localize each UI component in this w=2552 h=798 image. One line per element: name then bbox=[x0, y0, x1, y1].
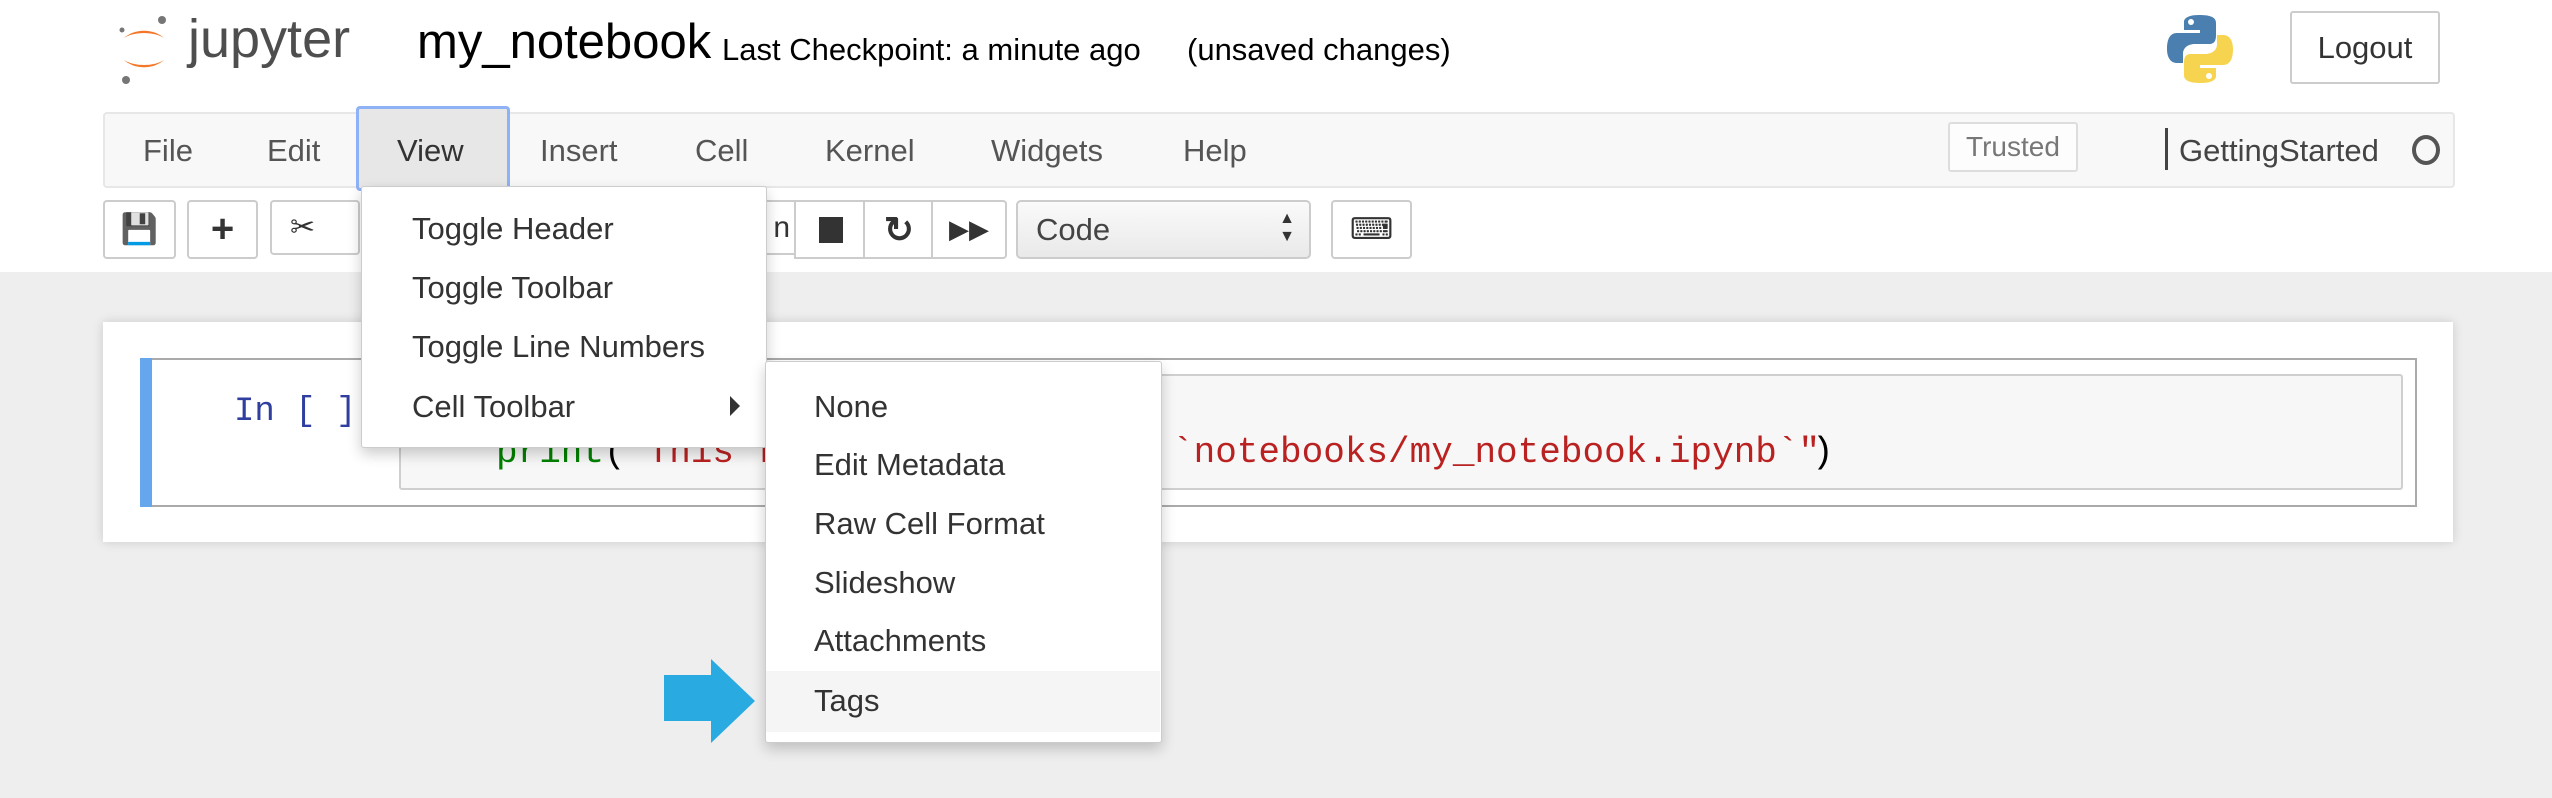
submenu-item-raw-cell-format[interactable]: Raw Cell Format bbox=[814, 506, 1045, 542]
menu-help[interactable]: Help bbox=[1183, 133, 1247, 169]
cell-prompt: In [ ]: bbox=[234, 393, 377, 431]
submenu-item-edit-metadata[interactable]: Edit Metadata bbox=[814, 447, 1005, 483]
select-arrows-icon: ▲ ▼ bbox=[1279, 210, 1295, 245]
code-paren-close: ) bbox=[1812, 432, 1834, 473]
cell-selected-bar bbox=[140, 358, 152, 507]
submenu-caret-icon bbox=[730, 396, 740, 416]
command-palette-button[interactable]: ⌨ bbox=[1331, 200, 1412, 259]
cut-button[interactable]: ✂ bbox=[270, 200, 360, 255]
menu-insert[interactable]: Insert bbox=[540, 133, 618, 169]
scissors-icon: ✂ bbox=[290, 211, 316, 244]
submenu-item-attachments[interactable]: Attachments bbox=[814, 623, 986, 659]
submenu-item-tags[interactable]: Tags bbox=[814, 683, 879, 719]
save-button[interactable]: 💾 bbox=[103, 200, 176, 259]
restart-run-all-button[interactable]: ▶▶ bbox=[931, 200, 1007, 259]
restart-button[interactable]: ↻ bbox=[863, 200, 935, 259]
jupyter-logo-icon[interactable] bbox=[112, 12, 192, 86]
checkpoint-status: Last Checkpoint: a minute ago bbox=[722, 32, 1141, 67]
menu-item-toggle-header[interactable]: Toggle Header bbox=[412, 211, 614, 247]
plus-icon: + bbox=[210, 207, 235, 251]
pointer-arrow-icon bbox=[664, 659, 755, 743]
menu-widgets[interactable]: Widgets bbox=[991, 133, 1103, 169]
menu-view[interactable]: View bbox=[397, 133, 464, 169]
kernel-name[interactable]: GettingStarted bbox=[2179, 133, 2379, 169]
unsaved-status: (unsaved changes) bbox=[1187, 32, 1451, 67]
menu-edit[interactable]: Edit bbox=[267, 133, 320, 169]
menu-file[interactable]: File bbox=[143, 133, 193, 169]
python-logo-icon bbox=[2167, 15, 2233, 83]
submenu-item-slideshow[interactable]: Slideshow bbox=[814, 565, 955, 601]
code-string-end: `notebooks/my_notebook.ipynb`" bbox=[1172, 432, 1821, 473]
run-label: n bbox=[773, 210, 790, 244]
fast-forward-icon: ▶▶ bbox=[949, 214, 989, 244]
menu-item-toggle-toolbar[interactable]: Toggle Toolbar bbox=[412, 270, 613, 306]
restart-icon: ↻ bbox=[883, 208, 915, 250]
keyboard-icon: ⌨ bbox=[1349, 213, 1394, 246]
menu-cell[interactable]: Cell bbox=[695, 133, 748, 169]
save-icon: 💾 bbox=[120, 213, 159, 246]
jupyter-logo-text: jupyter bbox=[188, 9, 351, 69]
kernel-idle-icon bbox=[2412, 135, 2440, 165]
stop-icon bbox=[818, 216, 843, 243]
submenu-item-none[interactable]: None bbox=[814, 389, 888, 425]
menu-item-toggle-line-numbers[interactable]: Toggle Line Numbers bbox=[412, 329, 705, 365]
menu-kernel[interactable]: Kernel bbox=[825, 133, 915, 169]
kernel-separator bbox=[2165, 128, 2168, 170]
trusted-badge[interactable]: Trusted bbox=[1948, 122, 2078, 172]
cell-type-value: Code bbox=[1036, 212, 1111, 247]
menu-item-cell-toolbar[interactable]: Cell Toolbar bbox=[412, 389, 575, 425]
insert-cell-button[interactable]: + bbox=[187, 200, 258, 259]
notebook-name[interactable]: my_notebook bbox=[417, 14, 711, 70]
logout-button[interactable]: Logout bbox=[2290, 11, 2440, 84]
cell-type-select[interactable]: Code ▲ ▼ bbox=[1016, 200, 1311, 259]
header: jupyter my_notebook Last Checkpoint: a m… bbox=[0, 0, 2552, 111]
interrupt-button[interactable] bbox=[794, 200, 867, 259]
